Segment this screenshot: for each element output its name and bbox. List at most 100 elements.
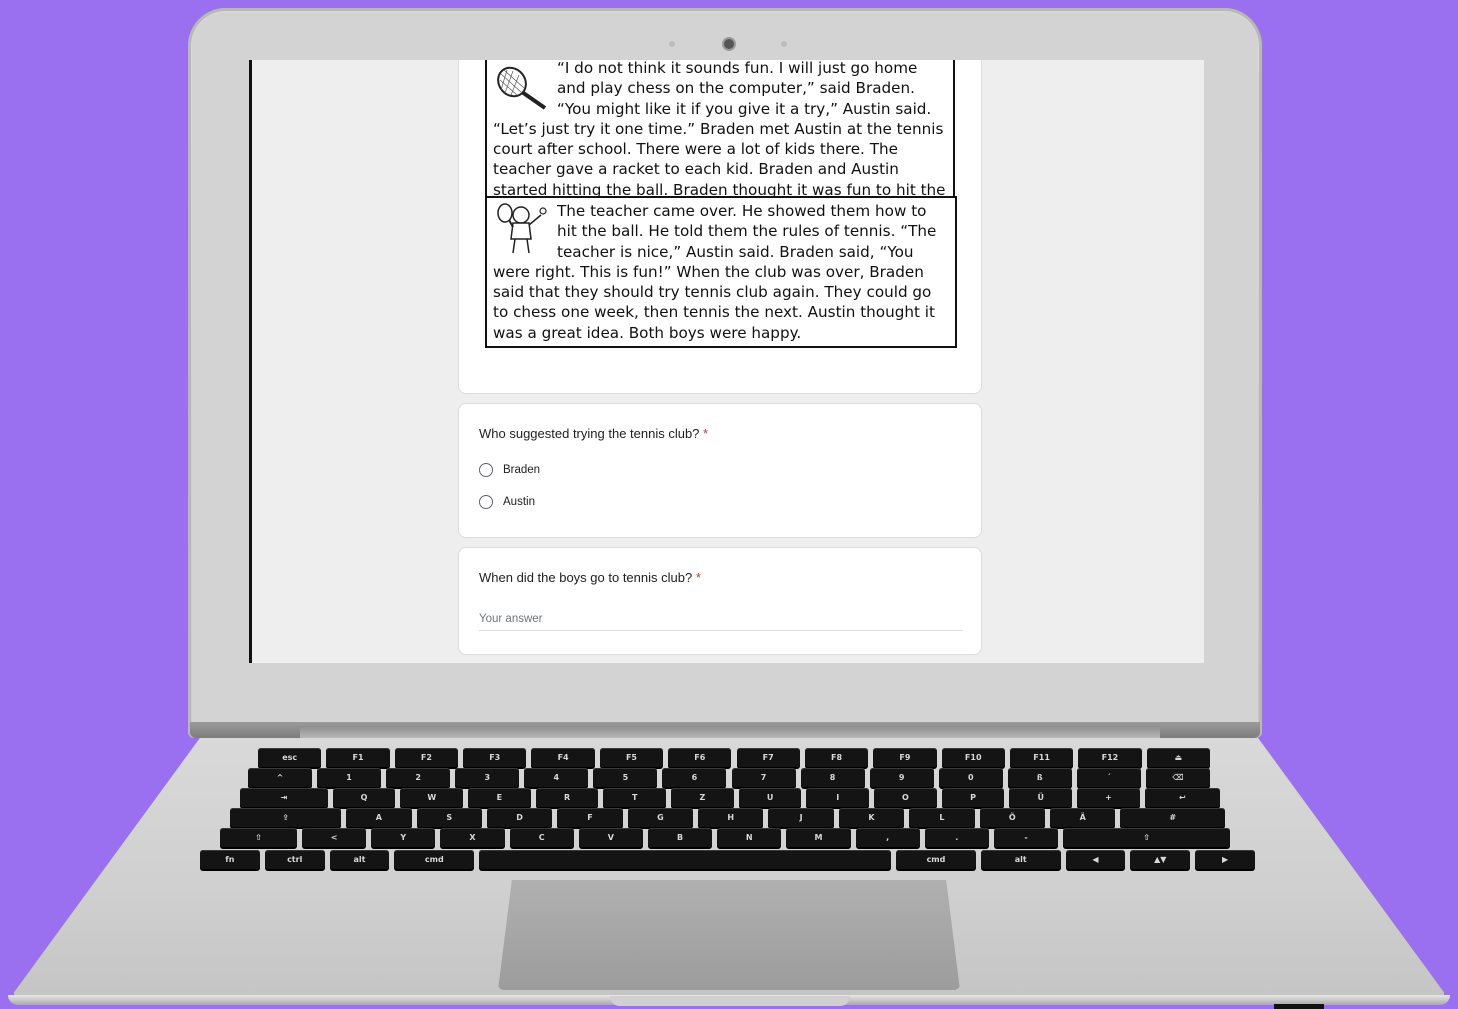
key[interactable]: F1 <box>326 748 390 767</box>
key[interactable]: M <box>786 828 851 847</box>
key[interactable]: X <box>440 828 505 847</box>
screen-edge <box>249 60 252 663</box>
key[interactable]: alt <box>329 850 390 869</box>
key[interactable]: E <box>468 788 531 807</box>
short-answer-input[interactable] <box>479 608 963 631</box>
key[interactable]: 9 <box>869 768 934 787</box>
key[interactable]: O <box>874 788 937 807</box>
key[interactable]: F8 <box>804 748 869 767</box>
key[interactable]: Q <box>332 788 396 807</box>
keyboard-row3: ⇪ A S D F G H J K L Ö Ä # <box>230 808 1225 828</box>
key[interactable]: I <box>806 788 870 807</box>
screen[interactable]: “I do not think it sounds fun. I will ju… <box>249 60 1204 663</box>
key[interactable]: F12 <box>1078 748 1142 767</box>
key[interactable]: T <box>603 788 667 807</box>
key[interactable]: F3 <box>463 748 527 767</box>
key[interactable]: , <box>855 828 920 847</box>
radio-button[interactable] <box>479 495 493 509</box>
keyboard-row1: ^ 1 2 3 4 5 6 7 8 9 0 ß ´ ⌫ <box>248 768 1210 788</box>
key[interactable]: ⇧ <box>220 828 298 847</box>
key[interactable]: ^ <box>248 768 313 787</box>
key[interactable]: fn <box>200 850 260 869</box>
question-title: Who suggested trying the tennis club? * <box>479 426 708 441</box>
key[interactable]: B <box>647 828 713 847</box>
key[interactable]: < <box>302 828 367 847</box>
key[interactable]: N <box>717 828 782 847</box>
keyboard[interactable]: esc F1 F2 F3 F4 F5 F6 F7 F8 F9 F10 F11 F12 ⏏ ^ 1 2 3 4 5 6 7 8… <box>200 748 1260 878</box>
radio-option-braden[interactable]: Braden <box>479 461 540 479</box>
key[interactable]: 2 <box>386 768 451 787</box>
key[interactable]: R <box>535 788 599 807</box>
key[interactable]: ⏏ <box>1146 748 1210 767</box>
key[interactable]: ⌫ <box>1145 768 1210 787</box>
key[interactable]: F6 <box>668 748 732 767</box>
key[interactable]: ⇥ <box>240 788 328 807</box>
key[interactable]: 3 <box>455 768 520 787</box>
key[interactable]: F2 <box>394 748 459 767</box>
question-card-2: When did the boys go to tennis club? * <box>458 547 982 655</box>
key[interactable]: F9 <box>873 748 937 767</box>
key[interactable]: 5 <box>593 768 658 787</box>
key[interactable]: Y <box>371 828 436 847</box>
key[interactable]: ´ <box>1076 768 1141 787</box>
key[interactable]: 6 <box>662 768 727 787</box>
key[interactable]: alt <box>980 850 1061 869</box>
key[interactable]: cmd <box>394 850 475 869</box>
key[interactable]: ▶ <box>1195 850 1255 869</box>
key[interactable]: F4 <box>531 748 595 767</box>
radio-button[interactable] <box>479 463 493 477</box>
key[interactable]: U <box>738 788 802 807</box>
key[interactable]: A <box>346 808 412 827</box>
key[interactable]: . <box>924 828 989 847</box>
key[interactable]: cmd <box>896 850 976 869</box>
key[interactable]: ↩ <box>1144 788 1220 807</box>
tennis-racket-icon <box>497 66 547 110</box>
key[interactable]: F10 <box>941 748 1005 767</box>
key[interactable]: esc <box>258 748 322 767</box>
key[interactable]: W <box>400 788 464 807</box>
webcam-icon <box>724 39 734 49</box>
key[interactable]: Ä <box>1050 808 1116 827</box>
key[interactable]: C <box>509 828 574 847</box>
key[interactable]: Ö <box>979 808 1045 827</box>
question-card-1: Who suggested trying the tennis club? * … <box>458 403 982 538</box>
key[interactable]: S <box>416 808 482 827</box>
key[interactable]: ▲▼ <box>1130 850 1191 869</box>
key[interactable]: ◀ <box>1065 850 1126 869</box>
key[interactable]: 0 <box>938 768 1003 787</box>
key[interactable]: F5 <box>599 748 664 767</box>
ambient-sensor <box>781 41 787 47</box>
key[interactable]: D <box>486 808 553 827</box>
key[interactable]: F <box>557 808 623 827</box>
radio-option-austin[interactable]: Austin <box>479 493 535 511</box>
key[interactable]: ctrl <box>264 850 325 869</box>
trackpad[interactable] <box>498 880 960 990</box>
key[interactable]: ⇧ <box>1063 828 1230 847</box>
option-label: Braden <box>503 464 541 476</box>
key[interactable]: # <box>1120 808 1225 827</box>
key[interactable]: V <box>578 828 643 847</box>
key[interactable]: K <box>838 808 905 827</box>
key[interactable]: + <box>1077 788 1140 807</box>
key[interactable]: Z <box>671 788 734 807</box>
key[interactable]: 4 <box>524 768 589 787</box>
laptop-base: esc F1 F2 F3 F4 F5 F6 F7 F8 F9 F10 F11 F12 ⏏ ^ 1 2 3 4 5 6 7 8… <box>0 726 1458 1009</box>
key[interactable]: P <box>941 788 1005 807</box>
key[interactable]: L <box>909 808 975 827</box>
key-space[interactable] <box>479 850 892 869</box>
question-text: Who suggested trying the tennis club? <box>479 426 700 441</box>
key[interactable]: J <box>768 808 834 827</box>
key[interactable]: F7 <box>736 748 800 767</box>
key[interactable]: F11 <box>1009 748 1074 767</box>
key[interactable]: ß <box>1007 768 1072 787</box>
option-label: Austin <box>503 496 535 508</box>
key[interactable]: 7 <box>731 768 796 787</box>
key[interactable]: Ü <box>1009 788 1073 807</box>
key[interactable]: G <box>627 808 694 827</box>
key[interactable]: - <box>993 828 1059 847</box>
key[interactable]: ⇪ <box>230 808 342 827</box>
key[interactable]: 1 <box>317 768 382 787</box>
key[interactable]: H <box>698 808 764 827</box>
story-box-1: “I do not think it sounds fun. I will ju… <box>485 60 955 219</box>
key[interactable]: 8 <box>800 768 865 787</box>
